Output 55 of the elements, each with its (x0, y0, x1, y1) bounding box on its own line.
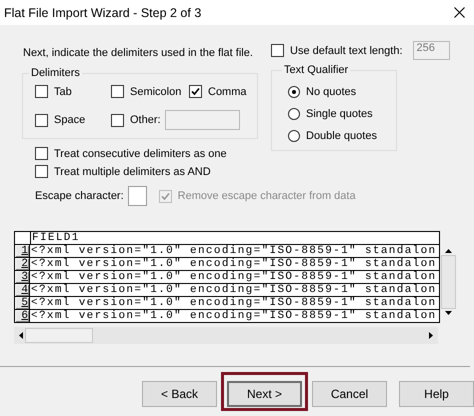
row-number: 2 (15, 258, 30, 270)
table-cell: <?xml version="1.0" encoding="ISO-8859-1" standalon (30, 297, 437, 309)
row-number: 5 (15, 297, 30, 309)
scroll-down-icon[interactable] (445, 311, 452, 315)
escape-character-field[interactable] (128, 186, 147, 206)
radio-label: No quotes (306, 86, 356, 98)
checkbox-label: Remove escape character from data (178, 190, 356, 202)
checkbox[interactable] (189, 85, 202, 98)
radio-label: Double quotes (306, 130, 377, 142)
other-delimiter-field[interactable] (164, 110, 240, 130)
checkbox-label: Treat multiple delimiters as AND (54, 166, 211, 178)
checkbox-label: Comma (208, 86, 247, 98)
table-cell: <?xml version="1.0" encoding="ISO-8859-1" standalon (30, 258, 437, 270)
checkbox-label: Treat consecutive delimiters as one (54, 148, 227, 160)
row-number: 3 (15, 271, 30, 283)
wizard-button[interactable]: < Back (142, 381, 217, 407)
row-number: 1 (15, 245, 30, 257)
text-length-field[interactable]: 256 (412, 41, 450, 60)
checkbox[interactable] (35, 165, 48, 178)
checkbox[interactable] (111, 85, 124, 98)
scroll-left-icon[interactable] (19, 332, 23, 339)
scroll-right-icon[interactable] (429, 332, 433, 339)
group-title: Delimiters (30, 67, 81, 79)
window-title: Flat File Import Wizard - Step 2 of 3 (4, 6, 202, 20)
wizard-button[interactable]: Help (399, 381, 474, 407)
row-number: 4 (15, 284, 30, 296)
wizard-button[interactable]: Next > (227, 381, 302, 407)
checkbox-label: Tab (54, 86, 72, 98)
radio-label: Single quotes (306, 108, 373, 120)
checkbox[interactable] (111, 114, 124, 126)
scroll-thumb[interactable] (441, 255, 456, 309)
table-cell: <?xml version="1.0" encoding="ISO-8859-1" standalon (30, 245, 437, 257)
checkbox[interactable] (271, 44, 284, 57)
checkbox[interactable] (35, 114, 48, 126)
radio-button[interactable] (288, 108, 300, 120)
scroll-thumb[interactable] (25, 328, 93, 343)
table-cell: <?xml version="1.0" encoding="ISO-8859-1" standalon (30, 271, 437, 283)
checkbox[interactable] (35, 85, 48, 98)
wizard-button[interactable]: Cancel (312, 381, 387, 407)
group-title: Text Qualifier (283, 64, 350, 76)
radio-button[interactable] (288, 86, 300, 98)
column-header: FIELD1 (31, 232, 80, 244)
row-number: 6 (15, 310, 30, 322)
scroll-up-icon[interactable] (445, 249, 452, 253)
table-cell: <?xml version="1.0" encoding="ISO-8859-1" standalon (30, 310, 437, 322)
checkbox-label: Space (54, 114, 86, 126)
escape-label: Escape character: (35, 190, 124, 202)
table-cell: <?xml version="1.0" encoding="ISO-8859-1" standalon (30, 284, 437, 296)
checkbox-label: Semicolon (130, 86, 182, 98)
checkbox[interactable] (35, 147, 48, 160)
checkbox-label: Other: (130, 114, 161, 126)
horizontal-scrollbar[interactable] (14, 327, 438, 344)
checkbox-label: Use default text length: (290, 44, 403, 56)
radio-button[interactable] (288, 130, 300, 142)
close-icon[interactable] (454, 7, 465, 18)
